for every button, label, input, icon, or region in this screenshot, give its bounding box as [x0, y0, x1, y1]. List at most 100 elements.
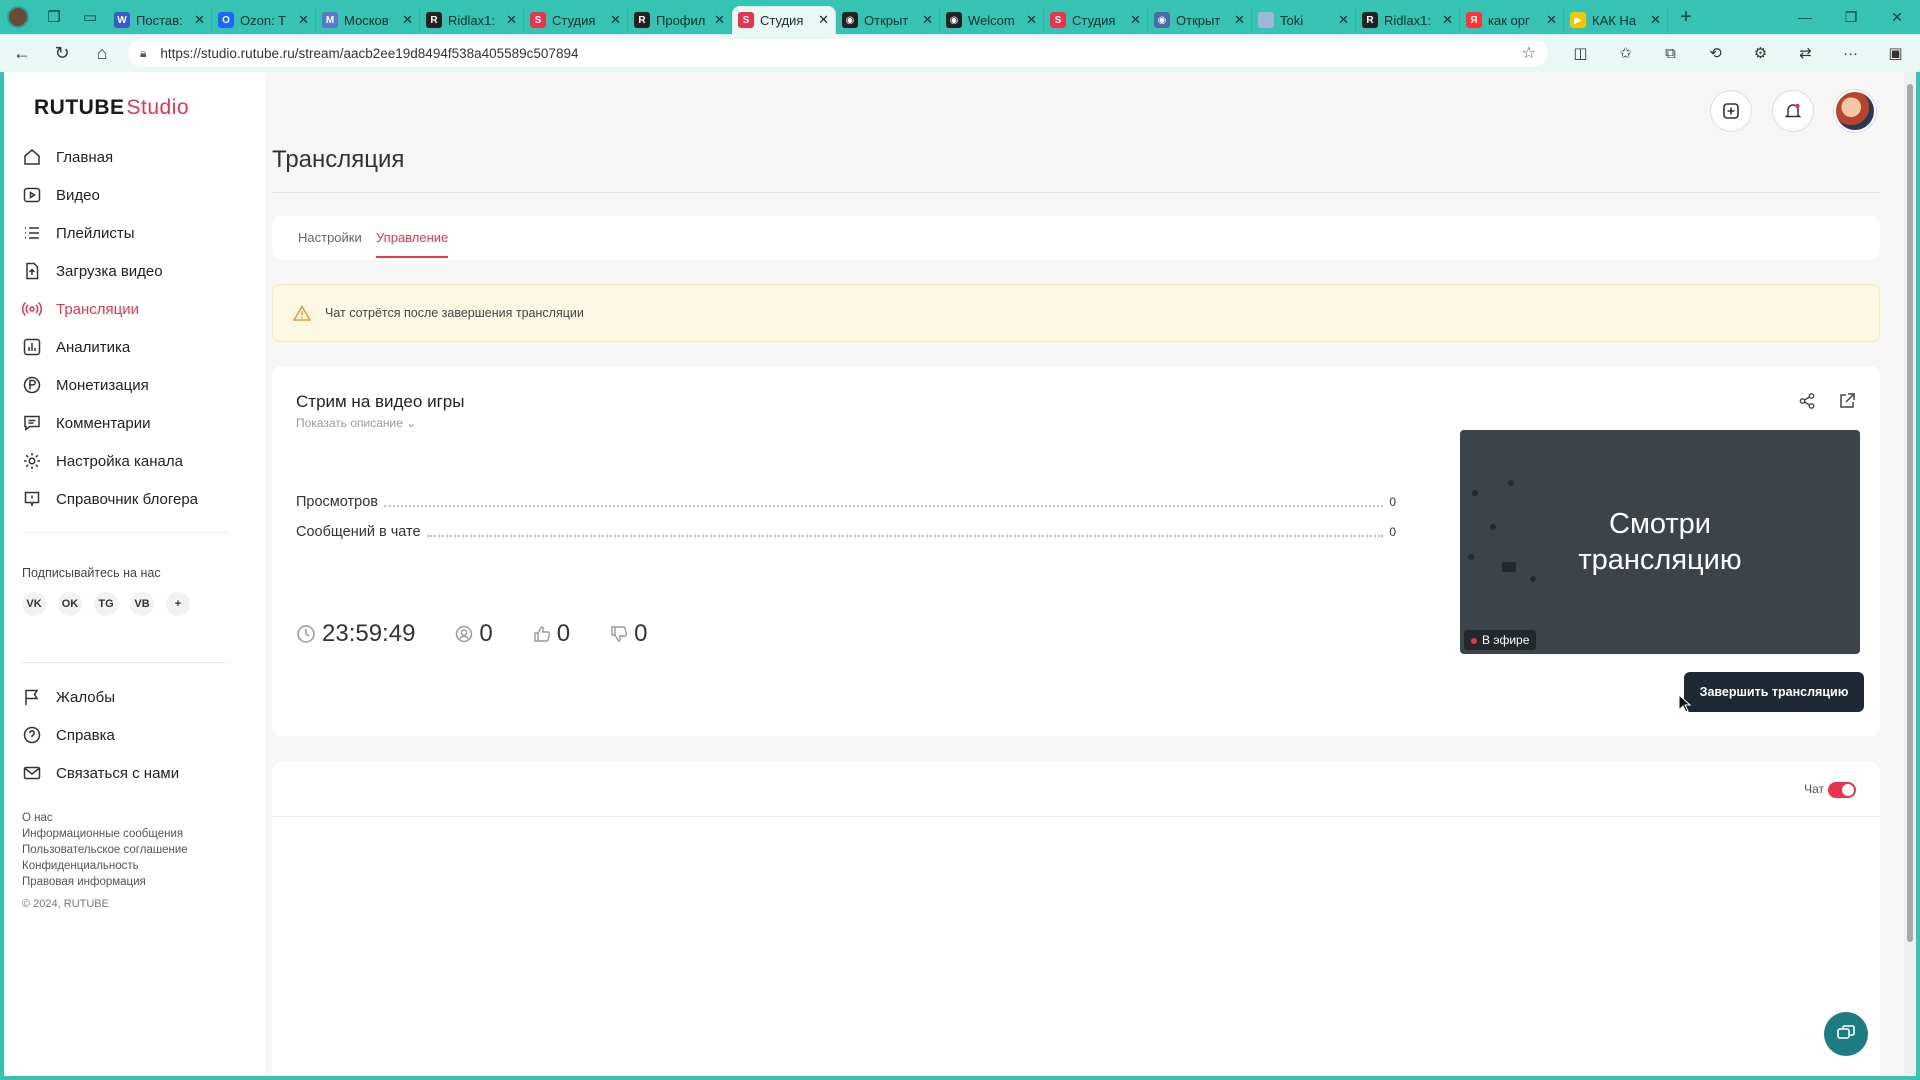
- browser-tab[interactable]: M Москов ✕: [316, 6, 420, 34]
- clock-icon: [296, 624, 316, 644]
- chat-toggle[interactable]: [1828, 782, 1856, 798]
- tab-close-icon[interactable]: ✕: [402, 12, 413, 28]
- stat-label: Сообщений в чате: [296, 524, 421, 540]
- profile-avatar: [7, 6, 29, 28]
- sidebar-item-broadcast[interactable]: Трансляции: [22, 290, 242, 328]
- browser-tab[interactable]: Якак орг ✕: [1460, 6, 1564, 34]
- browser-tab[interactable]: W Постав: ✕: [108, 6, 212, 34]
- social-link-icon[interactable]: +: [166, 592, 190, 616]
- browser-tab[interactable]: ◉ Welcom ✕: [940, 6, 1044, 34]
- sidebar-item-video[interactable]: Видео: [22, 176, 242, 214]
- social-link-icon[interactable]: VK: [22, 592, 46, 616]
- browser-tab[interactable]: ▶ КАК На ✕: [1564, 6, 1668, 34]
- tab-close-icon[interactable]: ✕: [1650, 12, 1661, 28]
- sidebar-toggle-icon[interactable]: ▣: [1873, 34, 1918, 72]
- page-scrollbar[interactable]: [1904, 72, 1916, 1076]
- tab-close-icon[interactable]: ✕: [922, 12, 933, 28]
- back-icon[interactable]: ←: [4, 34, 40, 72]
- history-icon[interactable]: ⟲: [1693, 34, 1738, 72]
- browser-tab[interactable]: O Ozon: T ✕: [212, 6, 316, 34]
- add-content-button[interactable]: [1710, 90, 1752, 132]
- sidebar-item-help[interactable]: Справка: [22, 716, 242, 754]
- notifications-button[interactable]: [1772, 90, 1814, 132]
- tab-close-icon[interactable]: ✕: [1234, 12, 1245, 28]
- tab-close-icon[interactable]: ✕: [1546, 12, 1557, 28]
- sidebar-item-analytics[interactable]: Аналитика: [22, 328, 242, 366]
- sidebar-item-upload[interactable]: Загрузка видео: [22, 252, 242, 290]
- tab-favicon-icon: M: [322, 12, 338, 28]
- share-browser-icon[interactable]: ⇄: [1783, 34, 1828, 72]
- tab-close-icon[interactable]: ✕: [194, 12, 205, 28]
- sidebar-item-label: Справочник блогера: [56, 490, 199, 508]
- extensions-icon[interactable]: ⚙: [1738, 34, 1783, 72]
- window-controls: — ❐ ✕: [1782, 0, 1920, 34]
- guide-icon: [22, 489, 42, 509]
- tab-close-icon[interactable]: ✕: [714, 12, 725, 28]
- studio-page: RUTUBEStudio Главная Видео Плейлисты Загруз…: [4, 72, 1916, 1076]
- open-external-icon[interactable]: [1838, 392, 1856, 415]
- end-stream-button[interactable]: Завершить трансляцию: [1684, 672, 1864, 712]
- tab-close-icon[interactable]: ✕: [818, 12, 829, 28]
- footer-link[interactable]: Пользовательское соглашение: [22, 842, 188, 858]
- browser-tab[interactable]: R Ridlax1: ✕: [420, 6, 524, 34]
- sidebar-item-playlist[interactable]: Плейлисты: [22, 214, 242, 252]
- browser-tab[interactable]: S Студия ✕: [524, 6, 628, 34]
- preview-text-line: трансляцию: [1578, 544, 1742, 576]
- home-browser-icon[interactable]: ⌂: [84, 34, 120, 72]
- tab-settings[interactable]: Настройки: [298, 230, 362, 245]
- scrollbar-thumb[interactable]: [1907, 84, 1913, 942]
- restore-icon[interactable]: ❐: [1828, 0, 1874, 34]
- browser-tab[interactable]: R Ridlax1: ✕: [1356, 6, 1460, 34]
- url-field[interactable]: 🔒︎ https://studio.rutube.ru/stream/aacb2…: [128, 39, 1548, 67]
- show-description-toggle[interactable]: Показать описание ⌄: [296, 416, 416, 430]
- tab-close-icon[interactable]: ✕: [610, 12, 621, 28]
- browser-tab[interactable]: R Профил ✕: [628, 6, 732, 34]
- sidebar-item-guide[interactable]: Справочник блогера: [22, 480, 242, 518]
- tab-favicon-icon: ◉: [946, 12, 962, 28]
- tab-close-icon[interactable]: ✕: [1442, 12, 1453, 28]
- workspaces-icon[interactable]: ❐: [36, 0, 72, 34]
- favorites-icon[interactable]: ✩: [1603, 34, 1648, 72]
- sidebar-item-flag[interactable]: Жалобы: [22, 678, 242, 716]
- tab-management[interactable]: Управление: [376, 230, 448, 245]
- sidebar-item-monetization[interactable]: Монетизация: [22, 366, 242, 404]
- split-screen-icon[interactable]: ◫: [1558, 34, 1603, 72]
- new-tab-button[interactable]: +: [1668, 0, 1704, 34]
- tab-close-icon[interactable]: ✕: [1130, 12, 1141, 28]
- social-link-icon[interactable]: VB: [130, 592, 154, 616]
- browser-tab[interactable]: S Студия ✕: [732, 6, 836, 34]
- tab-actions-icon[interactable]: ▭: [72, 0, 108, 34]
- browser-tab[interactable]: Toki ✕: [1252, 6, 1356, 34]
- browser-tab[interactable]: S Студия ✕: [1044, 6, 1148, 34]
- tab-close-icon[interactable]: ✕: [298, 12, 309, 28]
- stream-preview[interactable]: Смотри трансляцию В эфире: [1460, 430, 1860, 654]
- minimize-icon[interactable]: —: [1782, 0, 1828, 34]
- browser-tab[interactable]: ◉ Открыт ✕: [836, 6, 940, 34]
- user-avatar[interactable]: [1834, 90, 1876, 132]
- support-chat-button[interactable]: [1824, 1012, 1868, 1056]
- sidebar-item-home[interactable]: Главная: [22, 138, 242, 176]
- footer-link[interactable]: О нас: [22, 810, 188, 826]
- footer-link[interactable]: Конфиденциальность: [22, 858, 188, 874]
- sidebar-item-comments[interactable]: Комментарии: [22, 404, 242, 442]
- rutube-studio-logo[interactable]: RUTUBEStudio: [34, 96, 189, 120]
- social-link-icon[interactable]: TG: [94, 592, 118, 616]
- footer-link[interactable]: Информационные сообщения: [22, 826, 188, 842]
- tab-close-icon[interactable]: ✕: [506, 12, 517, 28]
- stat-value: 0: [1389, 525, 1396, 539]
- favorite-star-icon[interactable]: ☆: [1522, 43, 1536, 63]
- social-link-icon[interactable]: OK: [58, 592, 82, 616]
- sidebar-item-settings[interactable]: Настройка канала: [22, 442, 242, 480]
- more-icon[interactable]: ···: [1828, 34, 1873, 72]
- sidebar-item-mail[interactable]: Связаться с нами: [22, 754, 242, 792]
- close-window-icon[interactable]: ✕: [1874, 0, 1920, 34]
- refresh-icon[interactable]: ↻: [44, 34, 80, 72]
- tab-close-icon[interactable]: ✕: [1338, 12, 1349, 28]
- tab-close-icon[interactable]: ✕: [1026, 12, 1037, 28]
- share-icon[interactable]: [1798, 392, 1816, 415]
- collections-icon[interactable]: ⧉: [1648, 34, 1693, 72]
- browser-tab[interactable]: ◉ Открыт ✕: [1148, 6, 1252, 34]
- footer-link[interactable]: Правовая информация: [22, 874, 188, 890]
- profile-button[interactable]: [0, 0, 36, 34]
- stream-card: Стрим на видео игры Показать описание ⌄ …: [272, 366, 1880, 736]
